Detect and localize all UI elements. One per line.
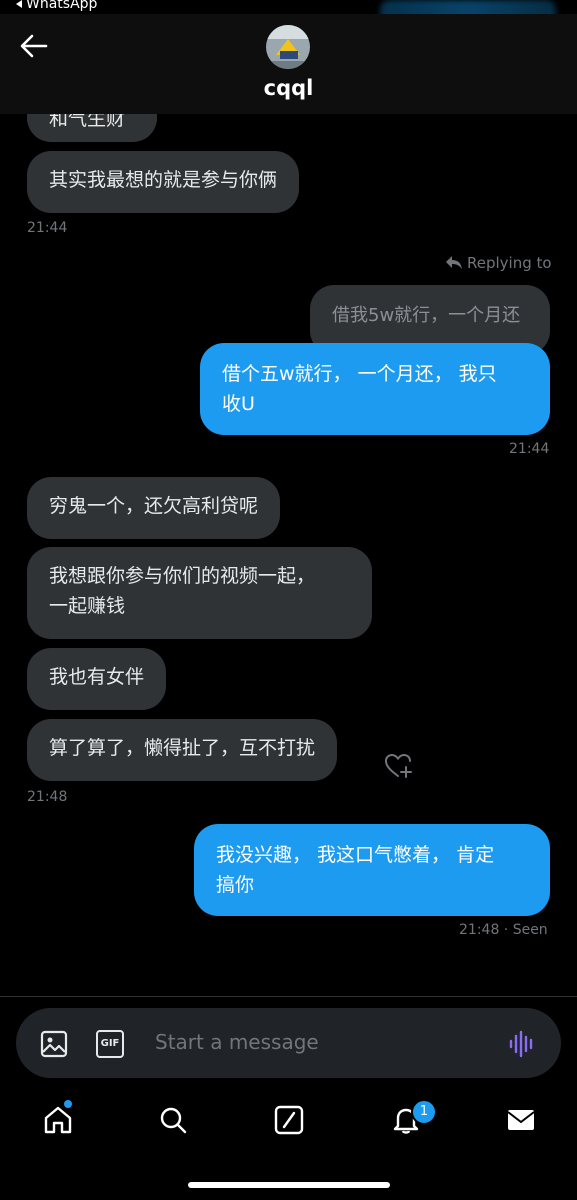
message-timestamp-seen: 21:48 · Seen [459, 922, 548, 938]
message-text: 其实我最想的就是参与你俩 [49, 169, 278, 191]
reply-icon [446, 256, 462, 269]
image-icon[interactable] [40, 1030, 68, 1062]
replying-to-label: Replying to [445, 254, 552, 272]
message-bubble[interactable]: 我也有女伴 [27, 648, 167, 710]
message-text-line: 我没兴趣， 我这口气憋着， 肯定 [216, 844, 495, 866]
message-text-line: 收U [222, 393, 255, 415]
back-arrow-icon[interactable] [18, 32, 50, 60]
message-text-line: 借个五w就行， 一个月还， 我只 [222, 363, 497, 385]
back-triangle-icon [16, 0, 22, 8]
outgoing-message-bubble[interactable]: 我没兴趣， 我这口气憋着， 肯定 搞你 [194, 824, 550, 916]
home-notification-dot [64, 1100, 72, 1108]
message-input[interactable]: Start a message [155, 1030, 319, 1054]
search-icon[interactable] [157, 1104, 189, 1136]
message-text: 穷鬼一个，还欠高利贷呢 [49, 495, 259, 517]
gif-label: GIF [100, 1038, 120, 1049]
message-timestamp: 21:44 [27, 220, 68, 236]
back-app-label: WhatsApp [26, 0, 98, 12]
voice-message-icon[interactable] [508, 1030, 536, 1062]
home-indicator[interactable] [188, 1182, 390, 1188]
back-to-app-link[interactable]: WhatsApp [16, 0, 97, 12]
message-bubble[interactable]: 穷鬼一个，还欠高利贷呢 [27, 477, 281, 539]
message-text-line: 搞你 [216, 874, 255, 896]
message-text-line: 我想跟你参与你们的视频一起， [49, 565, 316, 587]
gif-icon[interactable]: GIF [96, 1030, 124, 1058]
message-timestamp: 21:48 [27, 789, 68, 805]
message-text: 算了算了，懒得扯了，互不打扰 [49, 737, 316, 759]
message-text: 我也有女伴 [49, 666, 145, 688]
message-bubble[interactable]: 我想跟你参与你们的视频一起， 一起赚钱 [27, 547, 372, 639]
message-timestamp: 21:44 [509, 441, 550, 457]
divider [0, 996, 577, 997]
message-bubble[interactable]: 算了算了，懒得扯了，互不打扰 [27, 719, 338, 781]
message-text-line: 一起赚钱 [49, 595, 126, 617]
message-composer[interactable]: GIF Start a message [16, 1008, 561, 1078]
message-bubble[interactable]: 其实我最想的就是参与你俩 [27, 151, 300, 213]
contact-name[interactable]: cqql [0, 76, 577, 100]
replying-to-text: Replying to [467, 254, 552, 272]
home-icon[interactable] [42, 1104, 74, 1136]
outgoing-message-bubble[interactable]: 借个五w就行， 一个月还， 我只 收U [200, 343, 550, 435]
avatar[interactable] [266, 25, 310, 69]
quoted-text: 借我5w就行，一个月还 [332, 305, 521, 326]
mail-icon[interactable] [505, 1104, 537, 1136]
grok-icon[interactable] [273, 1104, 305, 1136]
add-reaction-icon[interactable] [384, 752, 414, 780]
notification-badge: 1 [411, 1099, 437, 1125]
